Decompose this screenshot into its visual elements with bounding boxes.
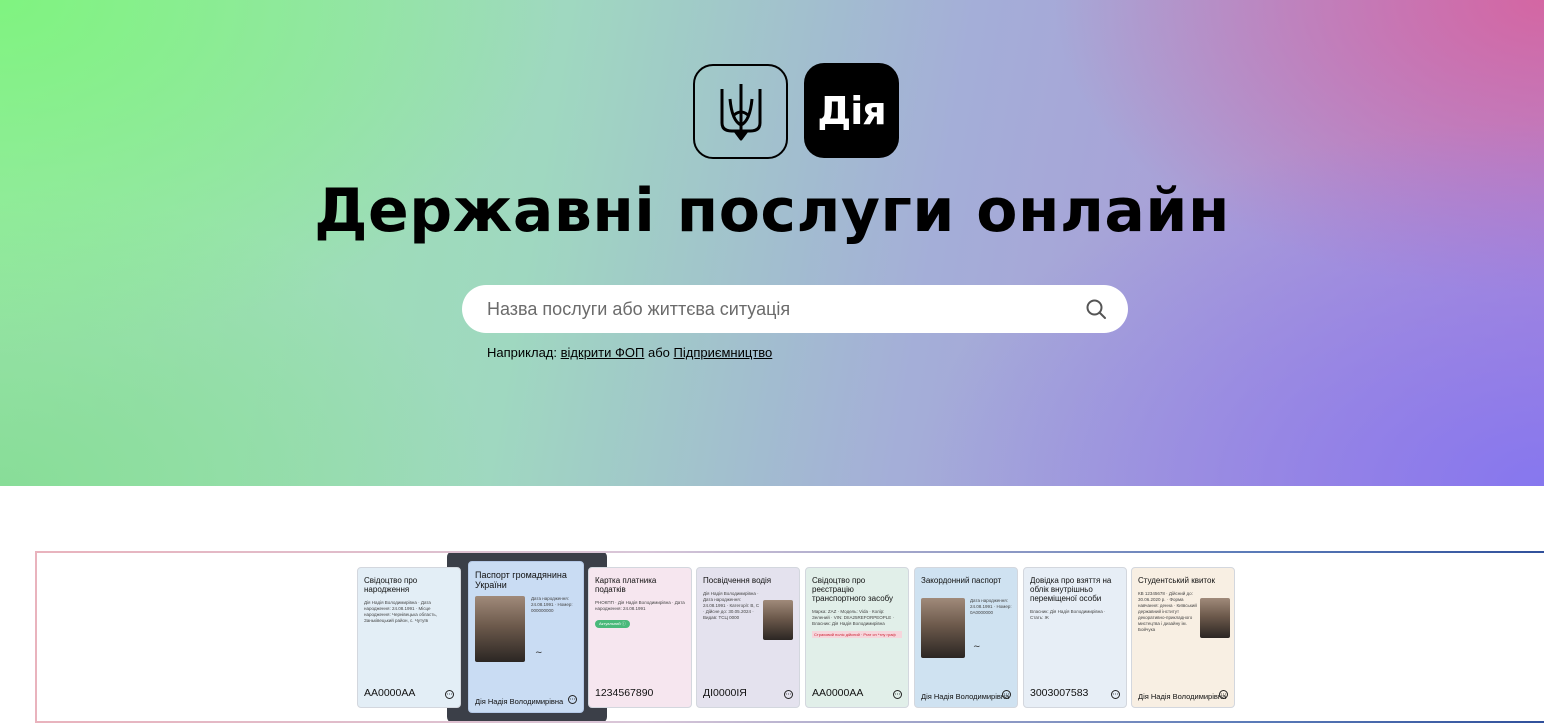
card-details: Марка: ZAZ · Модель: Vida · Колір: Зелен… (812, 609, 894, 626)
card-details: Дія Надія Володимирівна · Дата народженн… (364, 600, 437, 623)
more-icon[interactable]: ⋯ (893, 690, 902, 699)
more-icon[interactable]: ⋯ (568, 695, 577, 704)
diia-logo[interactable]: Дія (804, 63, 899, 158)
documents-showcase: Свідоцтво про народження Дія Надія Волод… (35, 551, 1544, 723)
signature: ~ (535, 648, 543, 658)
document-card-student[interactable]: Студентський квиток КВ 12345678 · Дійсни… (1131, 567, 1235, 708)
search-examples: Наприклад: відкрити ФОП або Підприємницт… (487, 345, 772, 360)
card-details: Власник: Дія Надія Володимирівна · Стать… (1030, 609, 1106, 620)
card-title: Картка платника податків (595, 576, 657, 594)
document-photo (475, 596, 525, 662)
card-title: Свідоцтво про реєстрацію транспортного з… (812, 576, 894, 603)
card-number: 1234567890 (595, 687, 654, 699)
more-icon[interactable]: ⋯ (784, 690, 793, 699)
card-details: РНОКПП · Дія Надія Володимирівна · Дата … (595, 600, 685, 611)
hero-banner: Дія Державні послуги онлайн Наприклад: в… (0, 0, 1544, 486)
search-bar (462, 285, 1128, 333)
document-photo (1200, 598, 1230, 638)
more-icon[interactable]: ⋯ (1002, 690, 1011, 699)
card-details: Дія Надія Володимирівна · Дата народженн… (703, 591, 760, 620)
document-card-foreign-passport[interactable]: Закордонний паспорт Дата народження: 24.… (914, 567, 1018, 708)
status-badge: Актуальний ⓘ (595, 620, 630, 628)
signature: ~ (973, 642, 981, 652)
tryzub-logo[interactable] (693, 64, 788, 159)
more-icon[interactable]: ⋯ (1219, 690, 1228, 699)
more-icon[interactable]: ⋯ (445, 690, 454, 699)
card-number: АА0000АА (364, 687, 416, 699)
more-icon[interactable]: ⋯ (1111, 690, 1120, 699)
card-details: Дата народження: 24.08.1991 · Номер: 000… (531, 596, 573, 613)
diia-logo-text: Дія (817, 88, 886, 133)
examples-prefix: Наприклад: (487, 345, 557, 360)
search-icon (1086, 299, 1106, 319)
search-button[interactable] (1076, 289, 1116, 329)
card-number: АА0000АА (812, 687, 864, 699)
card-title: Посвідчення водія (703, 576, 772, 585)
document-card-tax[interactable]: Картка платника податків РНОКПП · Дія На… (588, 567, 692, 708)
card-title: Закордонний паспорт (921, 576, 1002, 585)
card-holder-name: Дія Надія Володимирівна (921, 692, 1010, 701)
document-card-driver-license[interactable]: Посвідчення водія Дія Надія Володимирівн… (696, 567, 800, 708)
examples-separator: або (647, 345, 670, 360)
document-card-birth-certificate[interactable]: Свідоцтво про народження Дія Надія Волод… (357, 567, 461, 708)
card-holder-name: Дія Надія Володимирівна (475, 697, 564, 706)
card-number: 3003007583 (1030, 687, 1089, 699)
example-link-open-fop[interactable]: відкрити ФОП (561, 345, 645, 360)
example-link-entrepreneurship[interactable]: Підприємництво (674, 345, 773, 360)
card-details: КВ 12345678 · Дійсний до: 30.06.2020 р. … (1138, 591, 1197, 632)
card-title: Довідка про взяття на облік внутрішньо п… (1030, 576, 1112, 603)
card-details: Дата народження: 24.08.1991 · Номер: 0A0… (970, 598, 1012, 615)
card-title: Свідоцтво про народження (364, 576, 418, 594)
card-holder-name: Дія Надія Володимирівна (1138, 692, 1227, 701)
page-title: Державні послуги онлайн (314, 176, 1230, 246)
document-photo (921, 598, 965, 658)
document-card-vehicle-registration[interactable]: Свідоцтво про реєстрацію транспортного з… (805, 567, 909, 708)
insurance-strip: Страховий поліс дійсний · Ргат сп *тлу г… (812, 631, 902, 638)
card-title: Паспорт громадянина України (475, 570, 567, 590)
document-card-idp-certificate[interactable]: Довідка про взяття на облік внутрішньо п… (1023, 567, 1127, 708)
tryzub-icon (720, 83, 761, 140)
document-card-passport[interactable]: Паспорт громадянина України Дата народже… (468, 561, 584, 713)
document-photo (763, 600, 793, 640)
card-number: ДІ0000ІЯ (703, 687, 747, 699)
search-input[interactable] (487, 289, 1076, 329)
card-title: Студентський квиток (1138, 576, 1215, 585)
